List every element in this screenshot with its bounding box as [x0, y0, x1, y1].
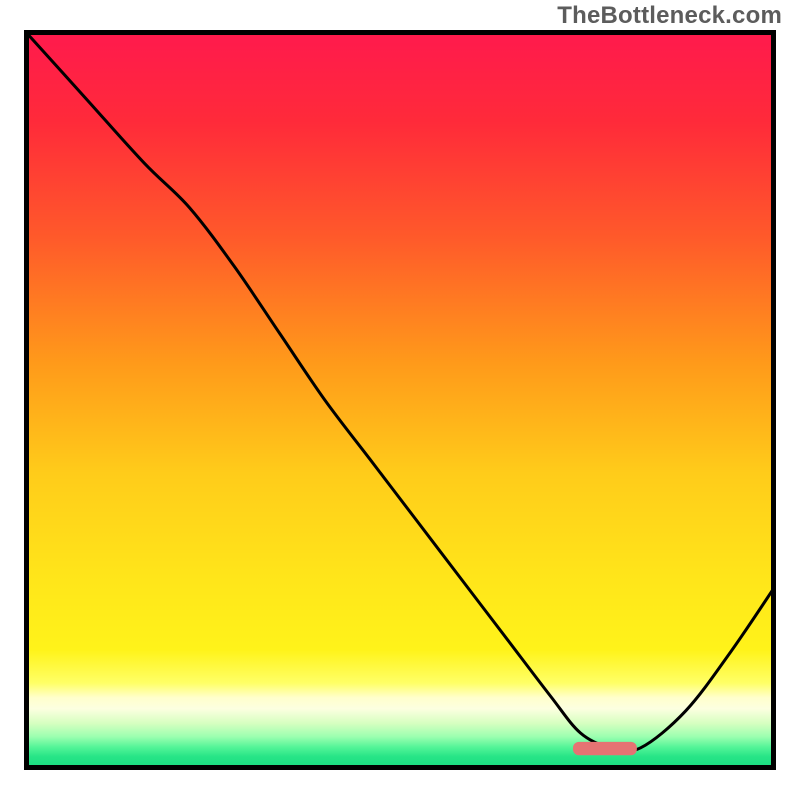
- chart-stage: TheBottleneck.com: [0, 0, 800, 800]
- chart-svg: [0, 0, 800, 800]
- minimum-marker: [573, 742, 637, 755]
- plot-background: [27, 33, 774, 768]
- watermark-text: TheBottleneck.com: [557, 2, 782, 30]
